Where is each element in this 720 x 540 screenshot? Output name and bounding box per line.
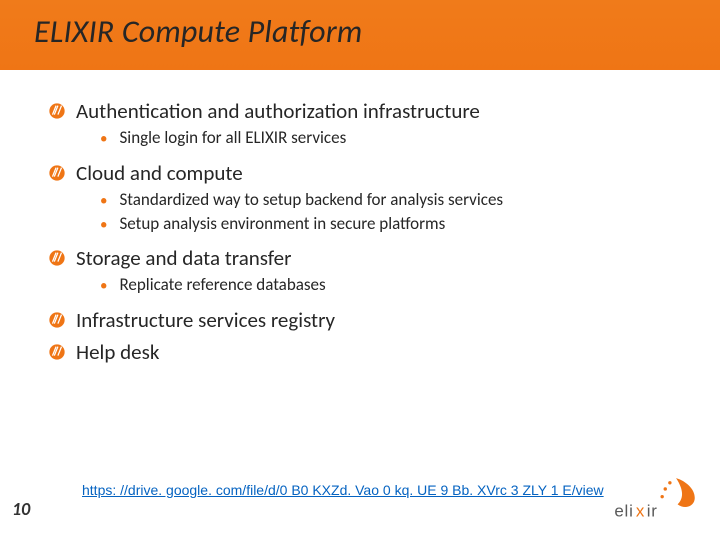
elixir-logo-icon: eli x ir: [608, 472, 704, 526]
bullet-item: Storage and data transfer: [48, 245, 680, 271]
sub-bullet: • Replicate reference databases: [100, 274, 680, 297]
page-number: 10: [12, 498, 30, 520]
reference-link[interactable]: https: //drive. google. com/file/d/0 B0 …: [82, 482, 604, 498]
content-area: Authentication and authorization infrast…: [48, 98, 680, 368]
elixir-bullet-icon: [48, 164, 66, 182]
elixir-bullet-icon: [48, 102, 66, 120]
sub-list: • Single login for all ELIXIR services: [100, 127, 680, 150]
elixir-bullet-icon: [48, 249, 66, 267]
sub-text: Standardized way to setup backend for an…: [119, 189, 503, 211]
bullet-text: Infrastructure services registry: [76, 307, 335, 333]
slide: ELIXIR Compute Platform Authentication a…: [0, 0, 720, 540]
bullet-text: Authentication and authorization infrast…: [76, 98, 480, 124]
bullet-item: Infrastructure services registry: [48, 307, 680, 333]
sub-bullet: • Standardized way to setup backend for …: [100, 189, 680, 212]
sub-text: Single login for all ELIXIR services: [119, 127, 346, 149]
bullet-item: Cloud and compute: [48, 160, 680, 186]
bullet-text: Help desk: [76, 339, 159, 365]
svg-text:ir: ir: [647, 502, 658, 521]
dot-icon: •: [100, 192, 107, 212]
bullet-text: Storage and data transfer: [76, 245, 291, 271]
sub-bullet: • Setup analysis environment in secure p…: [100, 213, 680, 236]
elixir-bullet-icon: [48, 311, 66, 329]
bullet-text: Cloud and compute: [76, 160, 243, 186]
elixir-bullet-icon: [48, 343, 66, 361]
sub-text: Setup analysis environment in secure pla…: [119, 213, 445, 235]
dot-icon: •: [100, 216, 107, 236]
svg-text:eli: eli: [614, 502, 633, 521]
dot-icon: •: [100, 277, 107, 297]
slide-title: ELIXIR Compute Platform: [34, 12, 362, 51]
sub-text: Replicate reference databases: [119, 274, 325, 296]
dot-icon: •: [100, 130, 107, 150]
bullet-item: Authentication and authorization infrast…: [48, 98, 680, 124]
sub-list: • Standardized way to setup backend for …: [100, 189, 680, 235]
bullet-item: Help desk: [48, 339, 680, 365]
sub-bullet: • Single login for all ELIXIR services: [100, 127, 680, 150]
sub-list: • Replicate reference databases: [100, 274, 680, 297]
svg-text:x: x: [636, 502, 645, 521]
